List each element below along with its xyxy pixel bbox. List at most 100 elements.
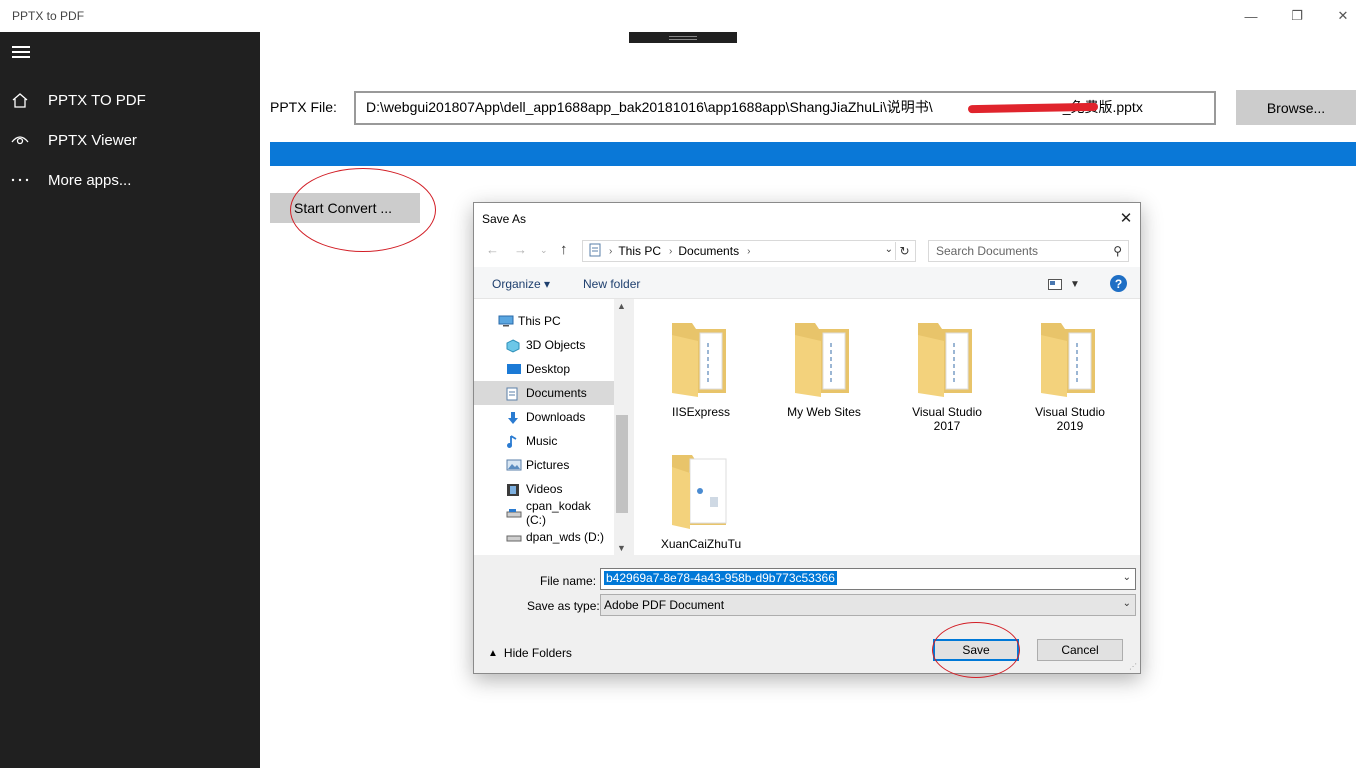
resize-grip-icon[interactable]: ⋰ [1129,662,1137,671]
folder-item-visual-studio-2017[interactable]: Visual Studio 2017 [892,315,1002,433]
tree-item-label: dpan_wds (D:) [526,530,605,544]
folder-item-my-web-sites[interactable]: My Web Sites [769,315,879,419]
address-bar-row: ← → ⌄ ↑ › This PC › Documents › ⌄ ↻ Sear… [474,233,1140,267]
dialog-close-icon[interactable]: ✕ [1114,208,1138,228]
file-name-input[interactable]: b42969a7-8e78-4a43-958b-d9b773c53366 ⌄ [600,568,1136,590]
chevron-down-icon[interactable]: ⌄ [885,244,893,255]
folder-name: Visual Studio 2017 [912,405,982,433]
pptx-path-text: D:\webgui201807App\dell_app1688app_bak20… [366,99,933,115]
folder-icon [672,455,727,529]
cancel-button[interactable]: Cancel [1037,639,1123,661]
view-options-icon[interactable]: ▼ [1048,276,1084,292]
tree-item-label: Desktop [526,362,571,376]
scroll-thumb[interactable] [616,415,628,513]
breadcrumb-documents[interactable]: Documents [678,244,739,258]
search-icon: ⚲ [1113,244,1122,258]
download-icon [506,411,520,424]
eye-icon [0,134,48,146]
pptx-path-field[interactable]: D:\webgui201807App\dell_app1688app_bak20… [354,91,1216,125]
hide-folders-toggle[interactable]: ▲ Hide Folders [488,646,572,660]
close-window-button[interactable]: ✕ [1320,0,1366,32]
minimize-button[interactable]: — [1228,0,1274,32]
drag-handle[interactable] [629,32,737,43]
dialog-title-bar: Save As ✕ [474,203,1140,233]
folder-item-xuancaizhutu[interactable]: XuanCaiZhuTu [646,447,756,551]
help-icon[interactable]: ? [1110,275,1127,292]
title-bar: PPTX to PDF — ❐ ✕ [0,0,1366,32]
file-name-label: File name: [540,574,597,588]
folder-icon [1041,323,1095,397]
tree-item-label: Music [526,434,558,448]
chevron-right-icon: › [609,245,613,257]
tree-item-videos[interactable]: Videos [474,477,614,501]
folder-icon [672,323,726,397]
tree-item-drive-d[interactable]: dpan_wds (D:) [474,525,614,549]
organize-label: Organize [492,277,541,291]
sidebar: PPTX TO PDF PPTX Viewer More apps... [0,32,260,768]
folder-item-iisexpress[interactable]: IISExpress [646,315,756,419]
documents-small-icon [589,243,601,260]
folder-name: My Web Sites [787,405,861,419]
hide-folders-label: Hide Folders [503,646,572,660]
chevron-down-icon[interactable]: ⌄ [1123,572,1131,583]
dialog-title: Save As [482,212,527,226]
back-arrow-icon[interactable]: ← [486,242,499,257]
restore-button[interactable]: ❐ [1274,0,1320,32]
computer-icon [498,315,514,327]
tree-item-label: This PC [518,314,561,328]
new-folder-button[interactable]: New folder [583,277,640,291]
hamburger-menu-icon[interactable] [12,46,30,60]
chevron-down-icon[interactable]: ⌄ [1123,598,1131,609]
tree-item-label: Downloads [526,410,586,424]
drive-icon [506,507,522,519]
sidebar-item-pptx-to-pdf[interactable]: PPTX TO PDF [0,80,260,120]
tree-item-label: cpan_kodak (C:) [526,499,591,527]
chevron-right-icon: › [747,245,751,257]
folder-name: IISExpress [671,405,731,419]
refresh-icon[interactable]: ↻ [895,242,913,260]
tree-item-this-pc[interactable]: This PC [474,309,614,333]
chevron-right-icon: › [669,245,673,257]
sidebar-item-more-apps[interactable]: More apps... [0,160,260,200]
tree-item-pictures[interactable]: Pictures [474,453,614,477]
progress-bar [270,142,1356,166]
search-placeholder: Search Documents [936,244,1039,258]
folder-item-visual-studio-2019[interactable]: Visual Studio 2019 [1015,315,1125,433]
scroll-down-icon[interactable]: ▼ [617,543,626,553]
tree-item-3d-objects[interactable]: 3D Objects [474,333,614,357]
sidebar-item-label: PPTX Viewer [48,131,137,149]
folder-icon [918,323,972,397]
save-as-type-value: Adobe PDF Document [604,598,725,612]
nav-scrollbar[interactable]: ▲ ▼ [614,299,630,555]
dialog-bottom: File name: b42969a7-8e78-4a43-958b-d9b77… [474,559,1140,673]
pptx-file-label: PPTX File: [270,99,337,115]
dialog-toolbar: Organize ▾ New folder ▼ ? [474,267,1140,299]
search-input[interactable]: Search Documents ⚲ [928,240,1129,262]
picture-icon [506,459,522,471]
navigation-pane: This PC 3D Objects Desktop Documents Dow… [474,299,630,555]
video-icon [506,483,520,496]
breadcrumb-this-pc[interactable]: This PC [618,244,661,258]
tree-item-documents[interactable]: Documents [474,381,614,405]
folder-icon [795,323,849,397]
up-arrow-icon[interactable]: ↑ [560,241,568,258]
tree-item-label: Videos [526,482,563,496]
forward-arrow-icon[interactable]: → [514,242,527,257]
home-icon [0,92,48,108]
tree-item-desktop[interactable]: Desktop [474,357,614,381]
browse-button[interactable]: Browse... [1236,90,1356,125]
folder-name: XuanCaiZhuTu [660,537,742,551]
chevron-up-icon: ▲ [488,647,498,659]
sidebar-item-pptx-viewer[interactable]: PPTX Viewer [0,120,260,160]
organize-menu[interactable]: Organize ▾ [492,277,550,291]
tree-item-music[interactable]: Music [474,429,614,453]
tree-item-downloads[interactable]: Downloads [474,405,614,429]
tree-item-drive-c[interactable]: cpan_kodak (C:) [474,499,614,527]
tree-item-label: Documents [526,386,587,400]
save-as-type-select[interactable]: Adobe PDF Document ⌄ [600,594,1136,616]
scroll-up-icon[interactable]: ▲ [617,301,626,311]
music-icon [506,435,520,448]
address-box[interactable]: › This PC › Documents › ⌄ ↻ [582,240,916,262]
more-dots-icon [0,178,48,182]
recent-locations-icon[interactable]: ⌄ [540,245,548,256]
